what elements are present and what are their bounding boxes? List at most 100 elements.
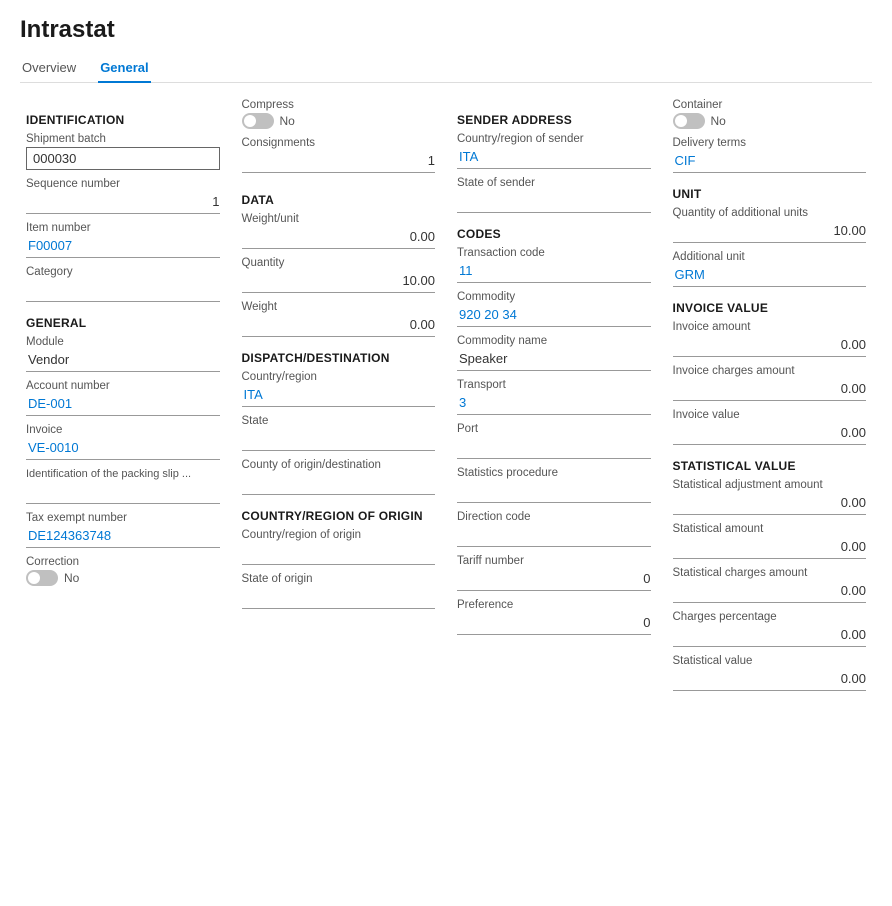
weight-value[interactable]: 0.00 [242, 315, 436, 337]
field-invoice-value: Invoice value 0.00 [673, 409, 867, 445]
country-region-sender-value[interactable]: ITA [457, 147, 651, 169]
field-account-number: Account number DE-001 [26, 380, 220, 416]
charges-pct-value[interactable]: 0.00 [673, 625, 867, 647]
field-charges-pct: Charges percentage 0.00 [673, 611, 867, 647]
field-module: Module Vendor [26, 336, 220, 372]
field-correction: Correction No [26, 556, 220, 586]
state-of-origin-value[interactable] [242, 587, 436, 609]
additional-unit-value[interactable]: GRM [673, 265, 867, 287]
shipment-batch-input[interactable]: 000030 [26, 147, 220, 170]
tax-exempt-value[interactable]: DE124363748 [26, 526, 220, 548]
container-toggle[interactable] [673, 113, 705, 129]
col-unit: Container No Delivery terms CIF UNIT Qua… [667, 99, 873, 699]
field-sequence-number: Sequence number 1 [26, 178, 220, 214]
compress-toggle[interactable] [242, 113, 274, 129]
field-stat-value: Statistical value 0.00 [673, 655, 867, 691]
transaction-code-value[interactable]: 11 [457, 261, 651, 283]
field-state-sender: State of sender [457, 177, 651, 213]
field-direction-code: Direction code [457, 511, 651, 547]
field-commodity-name: Commodity name Speaker [457, 335, 651, 371]
tab-general[interactable]: General [98, 54, 150, 83]
port-value[interactable] [457, 437, 651, 459]
transport-value[interactable]: 3 [457, 393, 651, 415]
section-sender: SENDER ADDRESS [457, 113, 651, 127]
tab-bar: Overview General [20, 54, 872, 83]
field-stat-charges: Statistical charges amount 0.00 [673, 567, 867, 603]
quantity-additional-value[interactable]: 10.00 [673, 221, 867, 243]
county-origin-value[interactable] [242, 473, 436, 495]
correction-toggle[interactable] [26, 570, 58, 586]
invoice-value[interactable]: VE-0010 [26, 438, 220, 460]
quantity-value[interactable]: 10.00 [242, 271, 436, 293]
field-tax-exempt: Tax exempt number DE124363748 [26, 512, 220, 548]
invoice-charges-value[interactable]: 0.00 [673, 379, 867, 401]
section-invoice-value: INVOICE VALUE [673, 301, 867, 315]
container-toggle-label: No [711, 114, 726, 128]
field-country-region-sender: Country/region of sender ITA [457, 133, 651, 169]
section-dispatch: DISPATCH/DESTINATION [242, 351, 436, 365]
invoice-amount-value[interactable]: 0.00 [673, 335, 867, 357]
field-compress: Compress No [242, 99, 436, 129]
weight-unit-value[interactable]: 0.00 [242, 227, 436, 249]
field-invoice-charges: Invoice charges amount 0.00 [673, 365, 867, 401]
section-identification: IDENTIFICATION [26, 113, 220, 127]
field-transport: Transport 3 [457, 379, 651, 415]
stat-amount-value[interactable]: 0.00 [673, 537, 867, 559]
item-number-value[interactable]: F00007 [26, 236, 220, 258]
account-number-value[interactable]: DE-001 [26, 394, 220, 416]
field-dispatch-state: State [242, 415, 436, 451]
field-dispatch-country: Country/region ITA [242, 371, 436, 407]
field-item-number: Item number F00007 [26, 222, 220, 258]
field-weight-unit: Weight/unit 0.00 [242, 213, 436, 249]
field-invoice-amount: Invoice amount 0.00 [673, 321, 867, 357]
page-title: Intrastat [20, 16, 872, 44]
tariff-number-value[interactable]: 0 [457, 569, 651, 591]
field-quantity-additional: Quantity of additional units 10.00 [673, 207, 867, 243]
field-transaction-code: Transaction code 11 [457, 247, 651, 283]
sequence-number-value: 1 [26, 192, 220, 214]
field-container: Container No [673, 99, 867, 129]
dispatch-country-value[interactable]: ITA [242, 385, 436, 407]
section-general: GENERAL [26, 316, 220, 330]
tab-overview[interactable]: Overview [20, 54, 78, 83]
field-consignments: Consignments 1 [242, 137, 436, 173]
delivery-terms-value[interactable]: CIF [673, 151, 867, 173]
field-stat-amount: Statistical amount 0.00 [673, 523, 867, 559]
field-commodity: Commodity 920 20 34 [457, 291, 651, 327]
dispatch-state-value[interactable] [242, 429, 436, 451]
field-delivery-terms: Delivery terms CIF [673, 137, 867, 173]
col-data: Compress No Consignments 1 DATA Weight/u… [236, 99, 442, 699]
field-invoice: Invoice VE-0010 [26, 424, 220, 460]
col-sender: SENDER ADDRESS Country/region of sender … [451, 99, 657, 699]
field-weight: Weight 0.00 [242, 301, 436, 337]
invoice-value-value[interactable]: 0.00 [673, 423, 867, 445]
country-region-origin-value[interactable] [242, 543, 436, 565]
field-additional-unit: Additional unit GRM [673, 251, 867, 287]
stat-adjustment-value[interactable]: 0.00 [673, 493, 867, 515]
commodity-value[interactable]: 920 20 34 [457, 305, 651, 327]
commodity-name-value[interactable]: Speaker [457, 349, 651, 371]
field-quantity: Quantity 10.00 [242, 257, 436, 293]
field-state-of-origin: State of origin [242, 573, 436, 609]
section-unit: UNIT [673, 187, 867, 201]
preference-value[interactable]: 0 [457, 613, 651, 635]
packing-slip-value[interactable] [26, 482, 220, 504]
field-preference: Preference 0 [457, 599, 651, 635]
field-packing-slip: Identification of the packing slip ... [26, 468, 220, 504]
module-value: Vendor [26, 350, 220, 372]
field-shipment-batch: Shipment batch 000030 [26, 133, 220, 170]
stat-value-value[interactable]: 0.00 [673, 669, 867, 691]
correction-toggle-label: No [64, 571, 79, 585]
section-codes: CODES [457, 227, 651, 241]
form-grid: IDENTIFICATION Shipment batch 000030 Seq… [20, 99, 872, 699]
state-sender-value[interactable] [457, 191, 651, 213]
consignments-value: 1 [242, 151, 436, 173]
stat-charges-value[interactable]: 0.00 [673, 581, 867, 603]
category-value[interactable] [26, 280, 220, 302]
direction-code-value[interactable] [457, 525, 651, 547]
field-tariff-number: Tariff number 0 [457, 555, 651, 591]
field-category: Category [26, 266, 220, 302]
field-port: Port [457, 423, 651, 459]
statistics-procedure-value[interactable] [457, 481, 651, 503]
field-stat-adjustment: Statistical adjustment amount 0.00 [673, 479, 867, 515]
